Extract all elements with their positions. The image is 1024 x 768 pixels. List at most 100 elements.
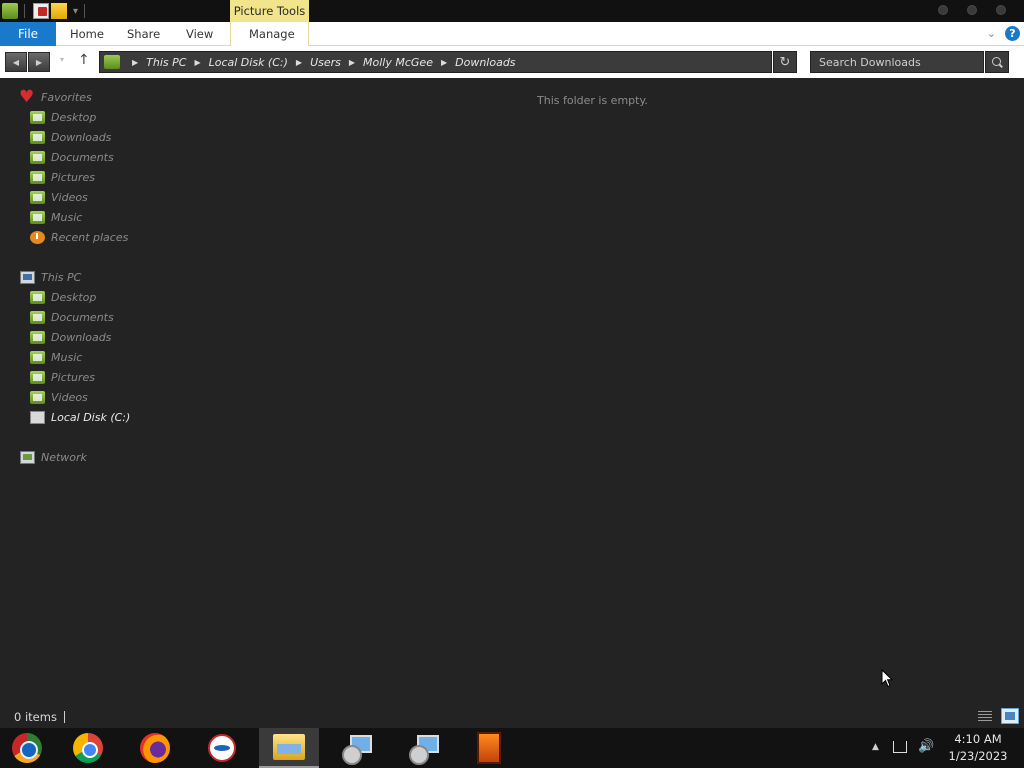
toolbar-divider — [84, 4, 86, 18]
properties-icon[interactable] — [33, 3, 49, 19]
setup-installer-icon — [407, 733, 439, 765]
recent-locations-chevron-icon[interactable]: ▾ — [60, 55, 64, 64]
nav-pc-pictures[interactable]: Pictures — [30, 368, 95, 386]
nav-pc-documents[interactable]: Documents — [30, 308, 114, 326]
orange-app-icon — [477, 732, 501, 764]
nav-pc-downloads[interactable]: Downloads — [30, 328, 111, 346]
tab-view[interactable]: View — [186, 22, 213, 46]
tab-home[interactable]: Home — [70, 22, 104, 46]
nav-pc-local-disk[interactable]: Local Disk (C:) — [25, 407, 131, 427]
search-input[interactable]: Search Downloads — [810, 51, 984, 73]
setup-installer-icon — [340, 733, 372, 765]
nav-favorites-music[interactable]: Music — [30, 208, 82, 226]
up-arrow-icon[interactable]: ↑ — [78, 52, 90, 68]
refresh-button[interactable]: ↻ — [773, 51, 797, 73]
nav-pc-videos[interactable]: Videos — [30, 388, 88, 406]
customize-toolbar-chevron-icon[interactable]: ▾ — [73, 6, 78, 17]
taskbar-orange-app-button[interactable] — [459, 728, 519, 768]
title-bar: ▾ Picture Tools — [0, 0, 1024, 22]
documents-folder-icon — [30, 310, 45, 324]
taskbar-setup-button-1[interactable] — [325, 728, 385, 768]
breadcrumb-this-pc[interactable]: This PC — [146, 56, 186, 69]
music-folder-icon — [30, 210, 45, 224]
taskbar-chromium-button[interactable] — [0, 728, 57, 768]
show-hidden-icons-chevron-icon[interactable]: ▲ — [872, 742, 879, 752]
breadcrumb-molly-mcgee[interactable]: Molly McGee — [363, 56, 433, 69]
nav-favorites-videos[interactable]: Videos — [30, 188, 88, 206]
nav-favorites-downloads[interactable]: Downloads — [30, 128, 111, 146]
nav-pc-music[interactable]: Music — [30, 348, 82, 366]
navigation-pane: Favorites Desktop Downloads Documents Pi… — [0, 86, 180, 706]
hard-disk-icon — [30, 410, 45, 424]
nav-this-pc[interactable]: This PC — [20, 268, 81, 286]
nav-favorites-pictures[interactable]: Pictures — [30, 168, 95, 186]
nav-label: Downloads — [51, 330, 112, 344]
search-icon[interactable] — [985, 51, 1009, 73]
taskbar-opera-button[interactable] — [192, 728, 252, 768]
breadcrumb-separator-icon[interactable]: ▶ — [441, 58, 447, 67]
breadcrumb-separator-icon[interactable]: ▶ — [296, 58, 302, 67]
downloads-folder-icon — [30, 130, 45, 144]
details-view-icon[interactable] — [978, 710, 994, 723]
close-button[interactable] — [996, 5, 1006, 15]
videos-folder-icon — [30, 390, 45, 404]
large-icons-view-icon[interactable] — [1001, 708, 1019, 724]
nav-favorites[interactable]: Favorites — [19, 87, 92, 107]
nav-network[interactable]: Network — [20, 448, 87, 466]
nav-favorites-documents[interactable]: Documents — [30, 148, 114, 166]
minimize-button[interactable] — [938, 5, 948, 15]
network-tray-icon[interactable] — [893, 741, 907, 753]
breadcrumb-separator-icon[interactable]: ▶ — [349, 58, 355, 67]
pictures-folder-icon — [30, 370, 45, 384]
nav-label: Music — [51, 210, 83, 224]
nav-label: Documents — [51, 150, 114, 164]
volume-icon[interactable]: 🔊 — [918, 739, 934, 754]
chromium-icon — [12, 733, 42, 763]
status-bar: 0 items — [0, 706, 1024, 728]
file-explorer-icon — [273, 734, 305, 760]
help-icon[interactable]: ? — [1005, 26, 1020, 41]
taskbar-setup-button-2[interactable] — [392, 728, 452, 768]
breadcrumb-separator-icon[interactable]: ▶ — [194, 58, 200, 67]
taskbar-chrome-button[interactable] — [58, 728, 118, 768]
address-bar[interactable]: ▶ This PC ▶ Local Disk (C:) ▶ Users ▶ Mo… — [99, 51, 772, 73]
nav-label: This PC — [41, 270, 82, 284]
nav-label: Local Disk (C:) — [51, 410, 131, 424]
nav-label: Documents — [51, 310, 114, 324]
taskbar-firefox-button[interactable] — [125, 728, 185, 768]
status-divider — [64, 711, 65, 723]
breadcrumb-downloads[interactable]: Downloads — [455, 56, 515, 69]
nav-label: Network — [41, 450, 87, 464]
nav-pc-desktop[interactable]: Desktop — [30, 288, 96, 306]
downloads-folder-icon — [30, 330, 45, 344]
back-button[interactable]: ◀ — [5, 52, 27, 72]
nav-label: Recent places — [51, 230, 129, 244]
documents-folder-icon — [30, 150, 45, 164]
clock-date: 1/23/2023 — [948, 749, 1008, 763]
clock-time: 4:10 AM — [954, 732, 1002, 746]
tab-share[interactable]: Share — [127, 22, 160, 46]
nav-favorites-desktop[interactable]: Desktop — [30, 108, 96, 126]
expand-ribbon-chevron-icon[interactable]: ⌄ — [987, 27, 996, 40]
system-clock[interactable]: 4:10 AM 1/23/2023 — [940, 731, 1016, 765]
pictures-folder-icon — [30, 170, 45, 184]
breadcrumb-local-disk[interactable]: Local Disk (C:) — [209, 56, 288, 69]
forward-button[interactable]: ▶ — [28, 52, 50, 72]
nav-label: Pictures — [51, 170, 96, 184]
taskbar-file-explorer-button[interactable] — [259, 728, 319, 768]
firefox-icon — [140, 733, 170, 763]
new-folder-icon[interactable] — [51, 3, 67, 19]
tab-file[interactable]: File — [0, 22, 56, 46]
nav-label: Favorites — [41, 90, 92, 104]
breadcrumb-users[interactable]: Users — [310, 56, 341, 69]
taskbar: ▲ 🔊 4:10 AM 1/23/2023 — [0, 728, 1024, 768]
toolbar-divider — [24, 4, 25, 18]
breadcrumb-separator-icon[interactable]: ▶ — [132, 58, 138, 67]
maximize-button[interactable] — [967, 5, 977, 15]
this-pc-icon — [104, 55, 120, 69]
nav-label: Desktop — [51, 290, 97, 304]
desktop-folder-icon — [30, 110, 45, 124]
favorites-heart-icon — [19, 87, 35, 107]
tab-manage[interactable]: Manage — [249, 22, 295, 46]
nav-favorites-recent-places[interactable]: Recent places — [30, 228, 128, 246]
